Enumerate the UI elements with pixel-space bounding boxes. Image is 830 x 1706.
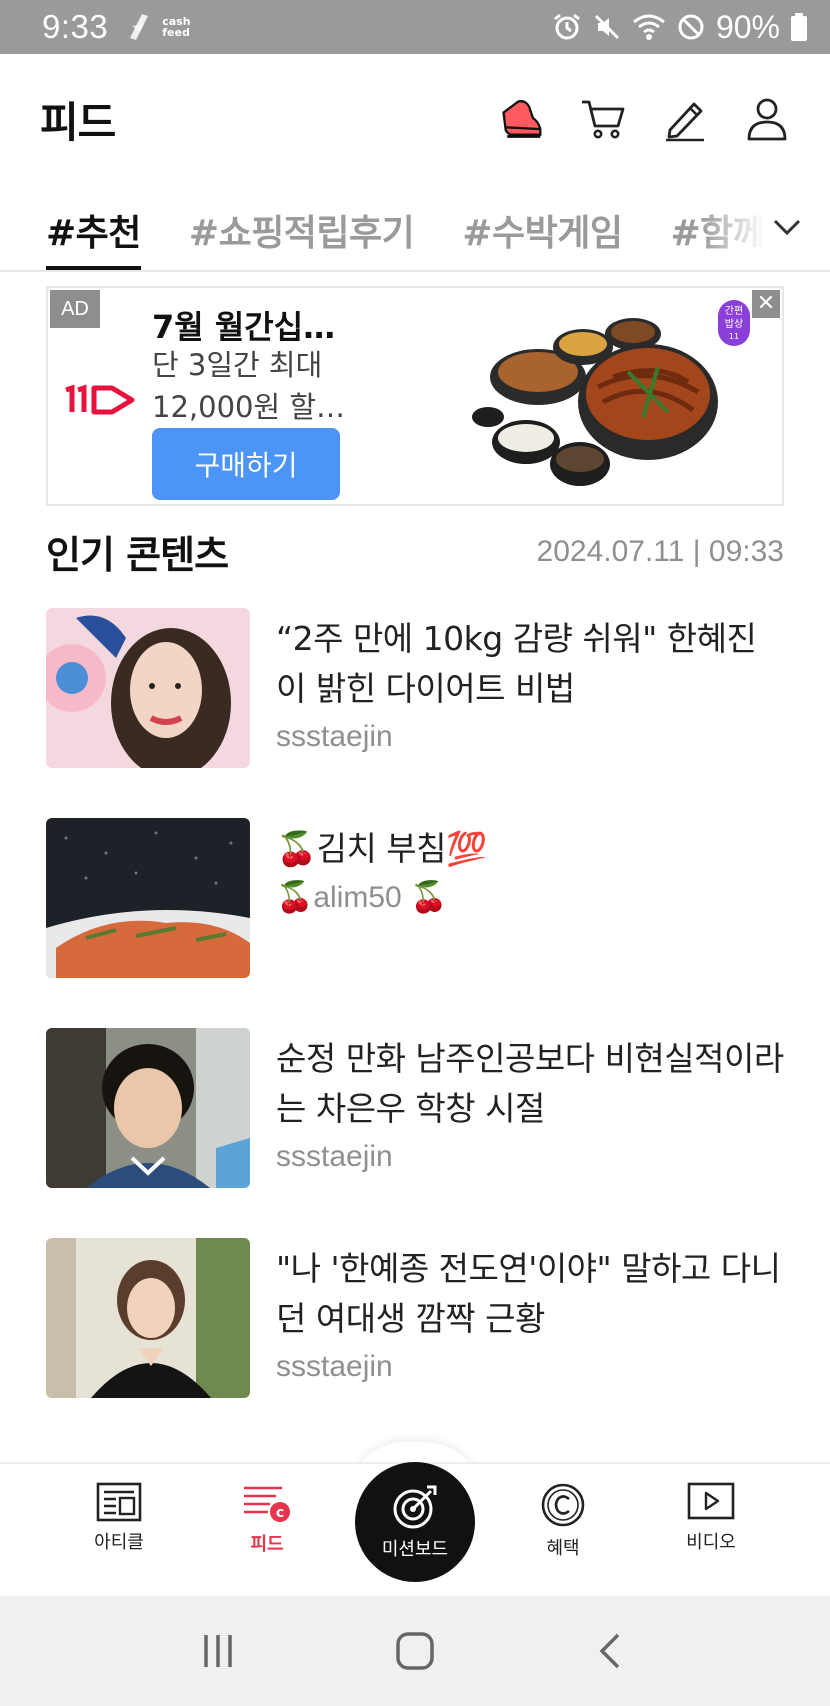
feed-title: 순정 만화 남주인공보다 비현실적이라는 차은우 학창 시절 — [276, 1039, 784, 1128]
ad-badge: AD — [50, 290, 100, 328]
feed-title: 🍒김치 부침💯 — [276, 829, 487, 868]
status-bar: 9:33 cash feed 90% — [0, 0, 830, 54]
section-title: 인기 콘텐츠 — [46, 533, 229, 577]
video-play-icon — [687, 1482, 735, 1520]
target-dart-icon — [393, 1485, 437, 1529]
feed-thumbnail — [46, 818, 250, 978]
ad-title: 7월 월간십… — [152, 308, 336, 346]
battery-percent: 90% — [715, 8, 780, 45]
feed-author: ssstaejin — [276, 720, 393, 753]
nav-feed-label: 피드 — [250, 1534, 284, 1555]
home-icon[interactable] — [393, 1629, 437, 1673]
wifi-icon — [633, 14, 665, 40]
alarm-icon — [554, 13, 580, 40]
header: 피드 — [0, 54, 830, 184]
eleven-street-logo — [65, 384, 135, 415]
back-icon[interactable] — [592, 1631, 632, 1671]
svg-text:c: c — [276, 1505, 284, 1521]
cart-icon[interactable] — [580, 96, 626, 142]
copyright-coin-icon — [541, 1483, 585, 1527]
nav-benefit[interactable]: 혜택 — [508, 1482, 618, 1560]
tab-recommend[interactable]: #추천 — [46, 184, 141, 270]
nav-article[interactable]: 아티클 — [64, 1482, 174, 1554]
popular-section-header: 인기 콘텐츠 2024.07.11 | 09:33 — [46, 524, 784, 579]
feed-author: ssstaejin — [276, 1140, 393, 1173]
do-not-disturb-icon — [678, 14, 704, 40]
feed-thumbnail — [46, 1028, 250, 1188]
reward-shoe-icon[interactable] — [498, 96, 544, 142]
ad-banner[interactable]: AD ✕ 7월 월간십… 단 3일간 최대 12,000원 할… 구매하기 간편… — [46, 286, 784, 506]
mute-icon — [594, 14, 620, 40]
feed-item[interactable]: "나 '한예종 전도연'이야" 말하고 다니던 여대생 깜짝 근황 ssstae… — [46, 1236, 784, 1446]
battery-icon — [791, 13, 807, 41]
runner-icon — [130, 14, 149, 40]
feed-item[interactable]: 순정 만화 남주인공보다 비현실적이라는 차은우 학창 시절 ssstaejin — [46, 1026, 784, 1236]
pencil-icon[interactable] — [662, 96, 708, 142]
ad-image-tag-line3: 11 — [729, 332, 739, 341]
ad-image-tag-line2: 밥상 — [725, 318, 743, 330]
nav-video[interactable]: 비디오 — [656, 1482, 766, 1554]
tab-watermelon-game[interactable]: #수박게임 — [462, 184, 623, 270]
nav-article-label: 아티클 — [94, 1532, 144, 1553]
feed-item[interactable]: 🍒김치 부침💯 🍒alim50 🍒 — [46, 816, 784, 1026]
user-icon[interactable] — [744, 96, 790, 142]
feed-title: "나 '한예종 전도연'이야" 말하고 다니던 여대생 깜짝 근황 — [276, 1249, 781, 1338]
tabs-expand-button[interactable] — [700, 184, 830, 270]
feed-thumbnail — [46, 608, 250, 768]
recent-apps-icon[interactable] — [198, 1631, 238, 1671]
ad-buy-button[interactable]: 구매하기 — [152, 428, 340, 500]
ad-food-image: 간편 밥상 11 — [472, 300, 750, 486]
feed-item[interactable]: “2주 만에 10kg 감량 쉬워" 한혜진이 밝힌 다이어트 비법 sssta… — [46, 606, 784, 816]
nav-benefit-label: 혜택 — [546, 1538, 580, 1559]
nav-feed[interactable]: c 피드 — [212, 1482, 322, 1556]
feed-title: “2주 만에 10kg 감량 쉬워" 한혜진이 밝힌 다이어트 비법 — [276, 619, 757, 708]
tab-shopping-review[interactable]: #쇼핑적립후기 — [189, 184, 415, 270]
status-time: 9:33 — [42, 8, 109, 45]
mission-board-label: 미션보드 — [381, 1539, 449, 1560]
feed-author: ssstaejin — [276, 1350, 393, 1383]
mission-board-button[interactable]: 미션보드 — [355, 1462, 475, 1582]
nav-video-label: 비디오 — [686, 1532, 736, 1553]
feed-author: 🍒alim50 🍒 — [276, 881, 448, 914]
chevron-down-icon — [773, 219, 801, 236]
section-timestamp: 2024.07.11 | 09:33 — [536, 534, 784, 568]
page-title: 피드 — [40, 97, 116, 147]
ad-description: 단 3일간 최대 12,000원 할… — [152, 348, 346, 424]
cashfeed-badge: cash feed — [162, 15, 191, 39]
ad-image-tag-line1: 간편 — [725, 305, 743, 317]
android-nav-bar — [0, 1596, 830, 1706]
hashtag-tabs: #추천 #쇼핑적립후기 #수박게임 #함께걷기 — [0, 184, 830, 272]
feed-icon: c — [244, 1486, 290, 1522]
article-icon — [96, 1482, 142, 1522]
popular-feed-list: “2주 만에 10kg 감량 쉬워" 한혜진이 밝힌 다이어트 비법 sssta… — [46, 606, 784, 1446]
feed-thumbnail — [46, 1238, 250, 1398]
